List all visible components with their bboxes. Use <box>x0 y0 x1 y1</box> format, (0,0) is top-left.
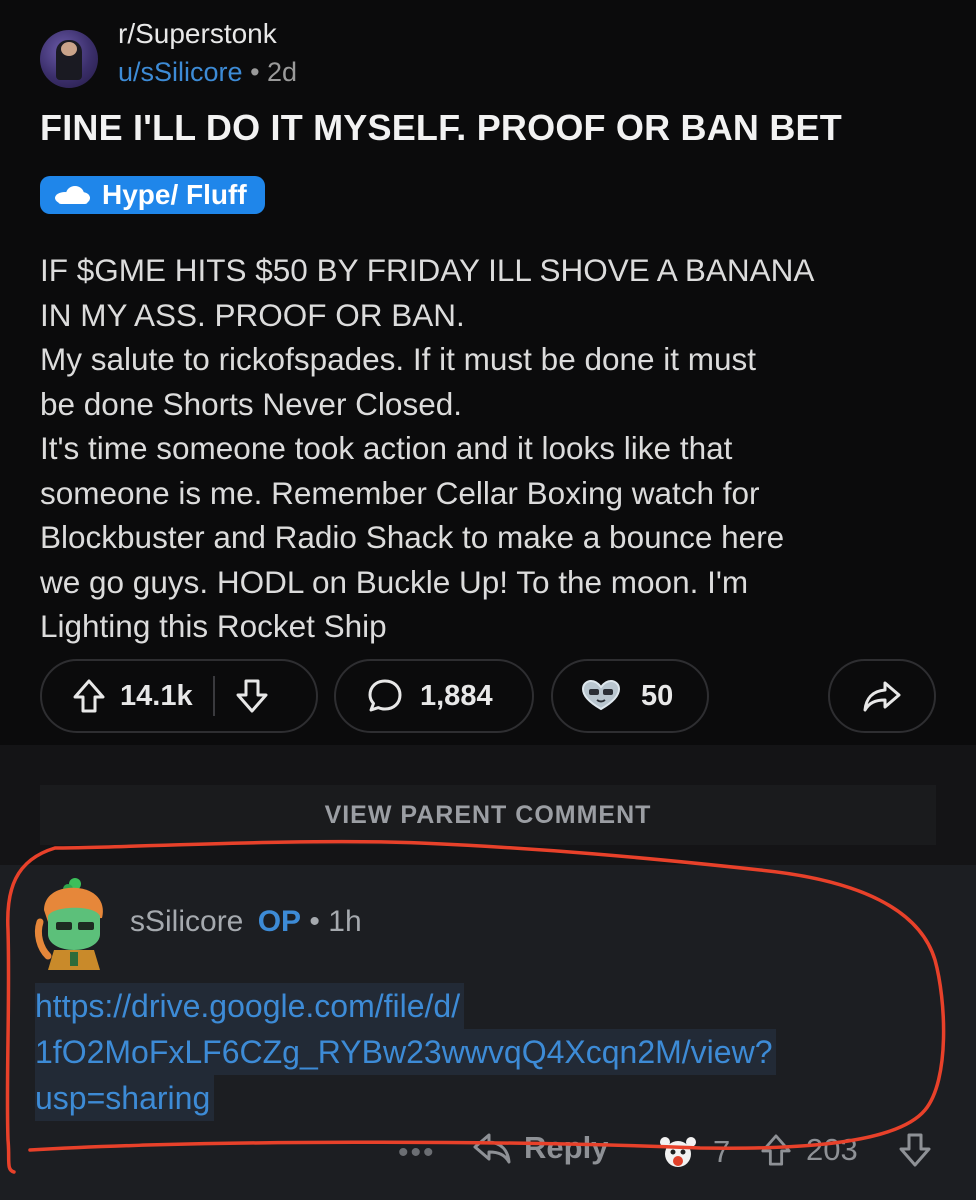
reply-label: Reply <box>524 1130 609 1165</box>
cloud-icon <box>55 186 90 204</box>
comments-button[interactable]: 1,884 <box>334 659 534 733</box>
upvote-icon[interactable] <box>760 1132 792 1168</box>
body-line: be done Shorts Never Closed. <box>40 385 462 422</box>
post-meta: u/sSilicore • 2d <box>118 57 297 88</box>
post-body: IF $GME HITS $50 BY FRIDAY ILL SHOVE A B… <box>40 248 950 649</box>
post-flair[interactable]: Hype/ Fluff <box>40 176 265 214</box>
link-line[interactable]: usp=sharing <box>35 1075 215 1121</box>
meta-separator: • <box>309 905 320 938</box>
comment-link[interactable]: https://drive.google.com/file/d/ 1fO2MoF… <box>35 983 915 1121</box>
vote-divider <box>212 676 215 716</box>
comment-vote: 203 <box>760 1132 858 1168</box>
comment-award-count: 7 <box>713 1134 731 1169</box>
body-line: someone is me. Remember Cellar Boxing wa… <box>40 474 760 511</box>
upvote-count: 14.1k <box>120 679 193 712</box>
body-line: Blockbuster and Radio Shack to make a bo… <box>40 519 785 555</box>
body-line: It's time someone took action and it loo… <box>40 430 733 466</box>
award-icon <box>581 679 621 711</box>
award-icon <box>660 1137 696 1167</box>
body-line: we go guys. HODL on Buckle Up! To the mo… <box>40 563 749 600</box>
more-options-button[interactable]: ••• <box>398 1136 436 1170</box>
reply-button[interactable]: Reply <box>472 1130 608 1166</box>
reply-icon <box>473 1133 511 1164</box>
body-line: IF $GME HITS $50 BY FRIDAY ILL SHOVE A B… <box>40 252 815 288</box>
upvote-icon[interactable] <box>72 678 106 714</box>
post-title[interactable]: FINE I'LL DO IT MYSELF. PROOF OR BAN BET <box>40 107 842 149</box>
comment-avatar[interactable] <box>30 872 120 972</box>
flair-label: Hype/ Fluff <box>102 179 247 210</box>
body-line: Lighting this Rocket Ship <box>40 608 387 644</box>
downvote-icon[interactable] <box>235 678 269 714</box>
comment-author[interactable]: sSilicore <box>130 905 243 938</box>
comment-score: 203 <box>806 1132 858 1167</box>
comment-award[interactable]: 7 <box>655 1132 730 1172</box>
comment-count: 1,884 <box>420 679 493 712</box>
post-age: 2d <box>267 57 298 87</box>
view-parent-comment-button[interactable]: VIEW PARENT COMMENT <box>40 785 936 845</box>
comment-bubble-icon <box>368 679 402 712</box>
meta-separator: • <box>250 57 260 87</box>
body-line: IN MY ASS. PROOF OR BAN. <box>40 296 465 333</box>
comment-age: 1h <box>328 905 362 938</box>
link-line[interactable]: 1fO2MoFxLF6CZg_RYBw23wwvqQ4Xcqn2M/view? <box>35 1029 777 1075</box>
share-button[interactable] <box>828 659 936 733</box>
comment-actions: ••• Reply 7 203 <box>0 1128 976 1180</box>
link-line[interactable]: https://drive.google.com/file/d/ <box>35 983 465 1029</box>
op-badge: OP <box>257 905 302 938</box>
subreddit-avatar[interactable] <box>40 30 98 88</box>
subreddit-name[interactable]: r/Superstonk <box>118 18 277 50</box>
award-count: 50 <box>641 679 674 712</box>
comment-meta: sSilicore OP • 1h <box>130 905 362 939</box>
downvote-icon[interactable] <box>898 1132 932 1168</box>
post-author[interactable]: u/sSilicore <box>118 57 243 87</box>
awards-button[interactable]: 50 <box>551 659 709 733</box>
share-icon <box>863 681 901 712</box>
body-line: My salute to rickofspades. If it must be… <box>40 341 757 377</box>
vote-pill: 14.1k <box>40 659 318 733</box>
post-card: r/Superstonk u/sSilicore • 2d FINE I'LL … <box>0 0 976 745</box>
